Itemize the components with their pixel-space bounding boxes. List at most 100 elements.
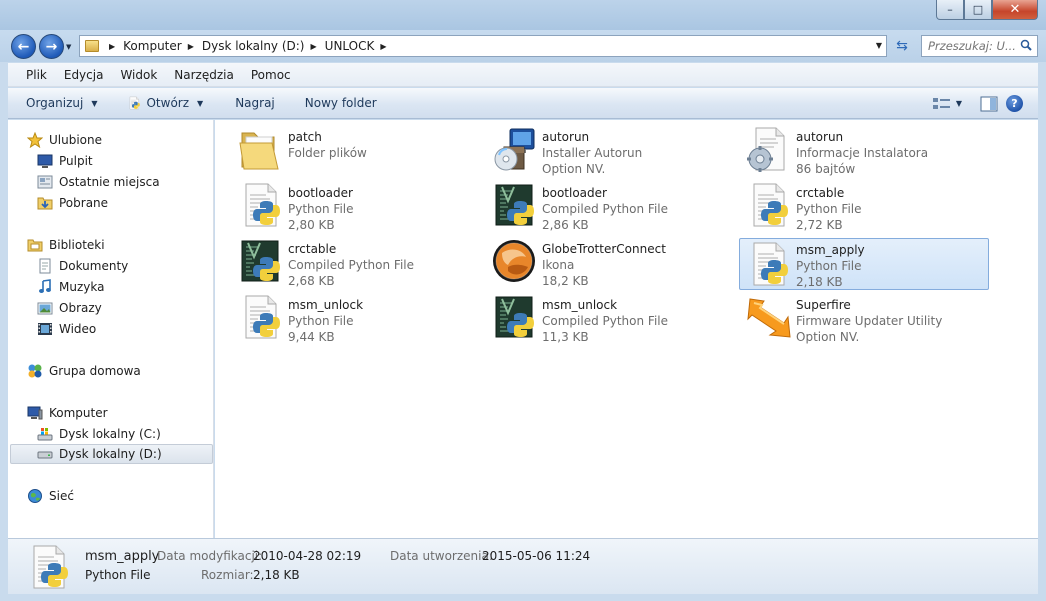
superfire-icon xyxy=(744,293,792,341)
organize-label: Organizuj xyxy=(26,96,84,110)
file-size: 2,86 KB xyxy=(542,218,589,232)
close-button[interactable]: ✕ xyxy=(992,0,1038,20)
menu-edit[interactable]: Edycja xyxy=(55,68,112,82)
compiled-python-icon xyxy=(236,237,284,285)
python-file-icon xyxy=(744,181,792,229)
search-icon[interactable] xyxy=(1020,39,1032,51)
file-item[interactable]: crctable Compiled Python File 2,68 KB xyxy=(236,236,486,288)
nav-documents[interactable]: Dokumenty xyxy=(37,256,128,276)
file-type: Compiled Python File xyxy=(542,202,668,216)
organize-button[interactable]: Organizuj ▼ xyxy=(8,88,107,118)
menu-tools[interactable]: Narzędzia xyxy=(165,68,242,82)
nav-network-label: Sieć xyxy=(49,489,74,503)
breadcrumb-computer[interactable]: Komputer xyxy=(121,36,184,56)
nav-drive-c[interactable]: Dysk lokalny (C:) xyxy=(37,424,161,444)
change-view-icon[interactable] xyxy=(932,96,952,112)
new-folder-button[interactable]: Nowy folder xyxy=(285,88,387,118)
breadcrumb-unlock[interactable]: UNLOCK xyxy=(323,36,377,56)
command-bar-right: ▼ ? xyxy=(932,88,1038,119)
file-item[interactable]: patch Folder plików xyxy=(236,124,486,176)
nav-downloads[interactable]: Pobrane xyxy=(37,193,108,213)
file-size: Option NV. xyxy=(542,162,606,176)
menu-help[interactable]: Pomoc xyxy=(242,68,299,82)
documents-icon xyxy=(39,258,51,274)
file-type: Compiled Python File xyxy=(542,314,668,328)
nav-recent[interactable]: Ostatnie miejsca xyxy=(37,172,160,192)
details-file-name: msm_apply xyxy=(85,549,160,564)
nav-favorites-label: Ulubione xyxy=(49,133,103,147)
view-dropdown-icon[interactable]: ▼ xyxy=(956,99,962,108)
file-item[interactable]: Superfire Firmware Updater Utility Optio… xyxy=(744,292,994,344)
nav-videos-label: Wideo xyxy=(59,322,97,336)
menu-file[interactable]: Plik xyxy=(18,68,55,82)
nav-downloads-label: Pobrane xyxy=(59,196,109,210)
title-bar[interactable]: – □ ✕ xyxy=(0,0,1046,30)
file-item[interactable]: autorun Informacje Instalatora 86 bajtów xyxy=(744,124,994,176)
help-button[interactable]: ? xyxy=(1006,95,1023,112)
file-item[interactable]: bootloader Compiled Python File 2,86 KB xyxy=(490,180,740,232)
menu-view[interactable]: Widok xyxy=(111,68,165,82)
network-icon xyxy=(28,489,42,503)
minimize-button[interactable]: – xyxy=(936,0,964,20)
file-meta: autorun Installer Autorun Option NV. xyxy=(542,124,642,177)
nav-music[interactable]: Muzyka xyxy=(37,277,104,297)
nav-pictures[interactable]: Obrazy xyxy=(37,298,102,318)
search-box[interactable] xyxy=(921,35,1038,57)
burn-button[interactable]: Nagraj xyxy=(213,88,285,118)
nav-homegroup[interactable]: Grupa domowa xyxy=(27,361,141,381)
nav-desktop[interactable]: Pulpit xyxy=(37,151,93,171)
file-item[interactable]: crctable Python File 2,72 KB xyxy=(744,180,994,232)
file-size: 2,72 KB xyxy=(796,218,843,232)
chevron-right-icon[interactable]: ▶ xyxy=(376,42,392,51)
file-size: 9,44 KB xyxy=(288,330,335,344)
star-icon xyxy=(27,132,43,148)
address-dropdown-icon[interactable]: ▼ xyxy=(876,41,882,50)
file-type: Folder plików xyxy=(288,146,367,160)
details-file-type: Python File xyxy=(85,568,151,582)
nav-computer[interactable]: Komputer xyxy=(27,403,108,423)
file-meta: msm_apply Python File 2,18 KB xyxy=(796,239,865,290)
recent-pages-dropdown[interactable]: ▼ xyxy=(66,43,71,51)
file-item[interactable]: bootloader Python File 2,80 KB xyxy=(236,180,486,232)
open-button[interactable]: Otwórz ▼ xyxy=(107,88,213,118)
nav-recent-label: Ostatnie miejsca xyxy=(59,175,160,189)
recent-places-icon xyxy=(37,175,53,189)
file-meta: bootloader Python File 2,80 KB xyxy=(288,180,354,233)
file-type: Python File xyxy=(288,314,354,328)
breadcrumb-drive-d[interactable]: Dysk lokalny (D:) xyxy=(200,36,307,56)
file-name: autorun xyxy=(796,130,844,144)
search-input[interactable] xyxy=(928,39,1016,53)
globe-icon xyxy=(490,237,538,285)
chevron-right-icon[interactable]: ▶ xyxy=(307,42,323,51)
menu-bar: Plik Edycja Widok Narzędzia Pomoc xyxy=(8,63,1038,87)
chevron-down-icon: ▼ xyxy=(91,98,98,108)
nav-desktop-label: Pulpit xyxy=(59,154,93,168)
nav-favorites[interactable]: Ulubione xyxy=(27,130,102,150)
file-item[interactable]: msm_unlock Compiled Python File 11,3 KB xyxy=(490,292,740,344)
file-name: GlobeTrotterConnect xyxy=(542,242,666,256)
chevron-right-icon[interactable]: ▶ xyxy=(184,42,200,51)
file-item[interactable]: GlobeTrotterConnect Ikona 18,2 KB xyxy=(490,236,740,288)
address-bar[interactable]: ▶ Komputer ▶ Dysk lokalny (D:) ▶ UNLOCK … xyxy=(79,35,887,57)
forward-button[interactable]: → xyxy=(39,34,64,59)
nav-drive-d[interactable]: Dysk lokalny (D:) xyxy=(10,444,213,464)
chevron-right-icon[interactable]: ▶ xyxy=(105,42,121,51)
file-size: 18,2 KB xyxy=(542,274,589,288)
desktop-icon xyxy=(37,154,53,168)
music-icon xyxy=(39,279,51,293)
file-item[interactable]: autorun Installer Autorun Option NV. xyxy=(490,124,740,176)
file-name: msm_unlock xyxy=(288,298,364,312)
python-file-icon xyxy=(744,240,792,288)
nav-pictures-label: Obrazy xyxy=(59,301,102,315)
nav-videos[interactable]: Wideo xyxy=(37,319,96,339)
nav-network[interactable]: Sieć xyxy=(27,486,74,506)
preview-pane-icon[interactable] xyxy=(980,96,998,112)
downloads-folder-icon xyxy=(37,197,53,210)
maximize-button[interactable]: □ xyxy=(964,0,992,20)
back-button[interactable]: ← xyxy=(11,34,36,59)
nav-libraries[interactable]: Biblioteki xyxy=(27,235,105,255)
file-item[interactable]: msm_unlock Python File 9,44 KB xyxy=(236,292,486,344)
file-item-selected[interactable]: msm_apply Python File 2,18 KB xyxy=(739,238,989,290)
file-meta: msm_unlock Compiled Python File 11,3 KB xyxy=(542,292,668,345)
refresh-button[interactable]: ⇆ xyxy=(890,37,914,55)
